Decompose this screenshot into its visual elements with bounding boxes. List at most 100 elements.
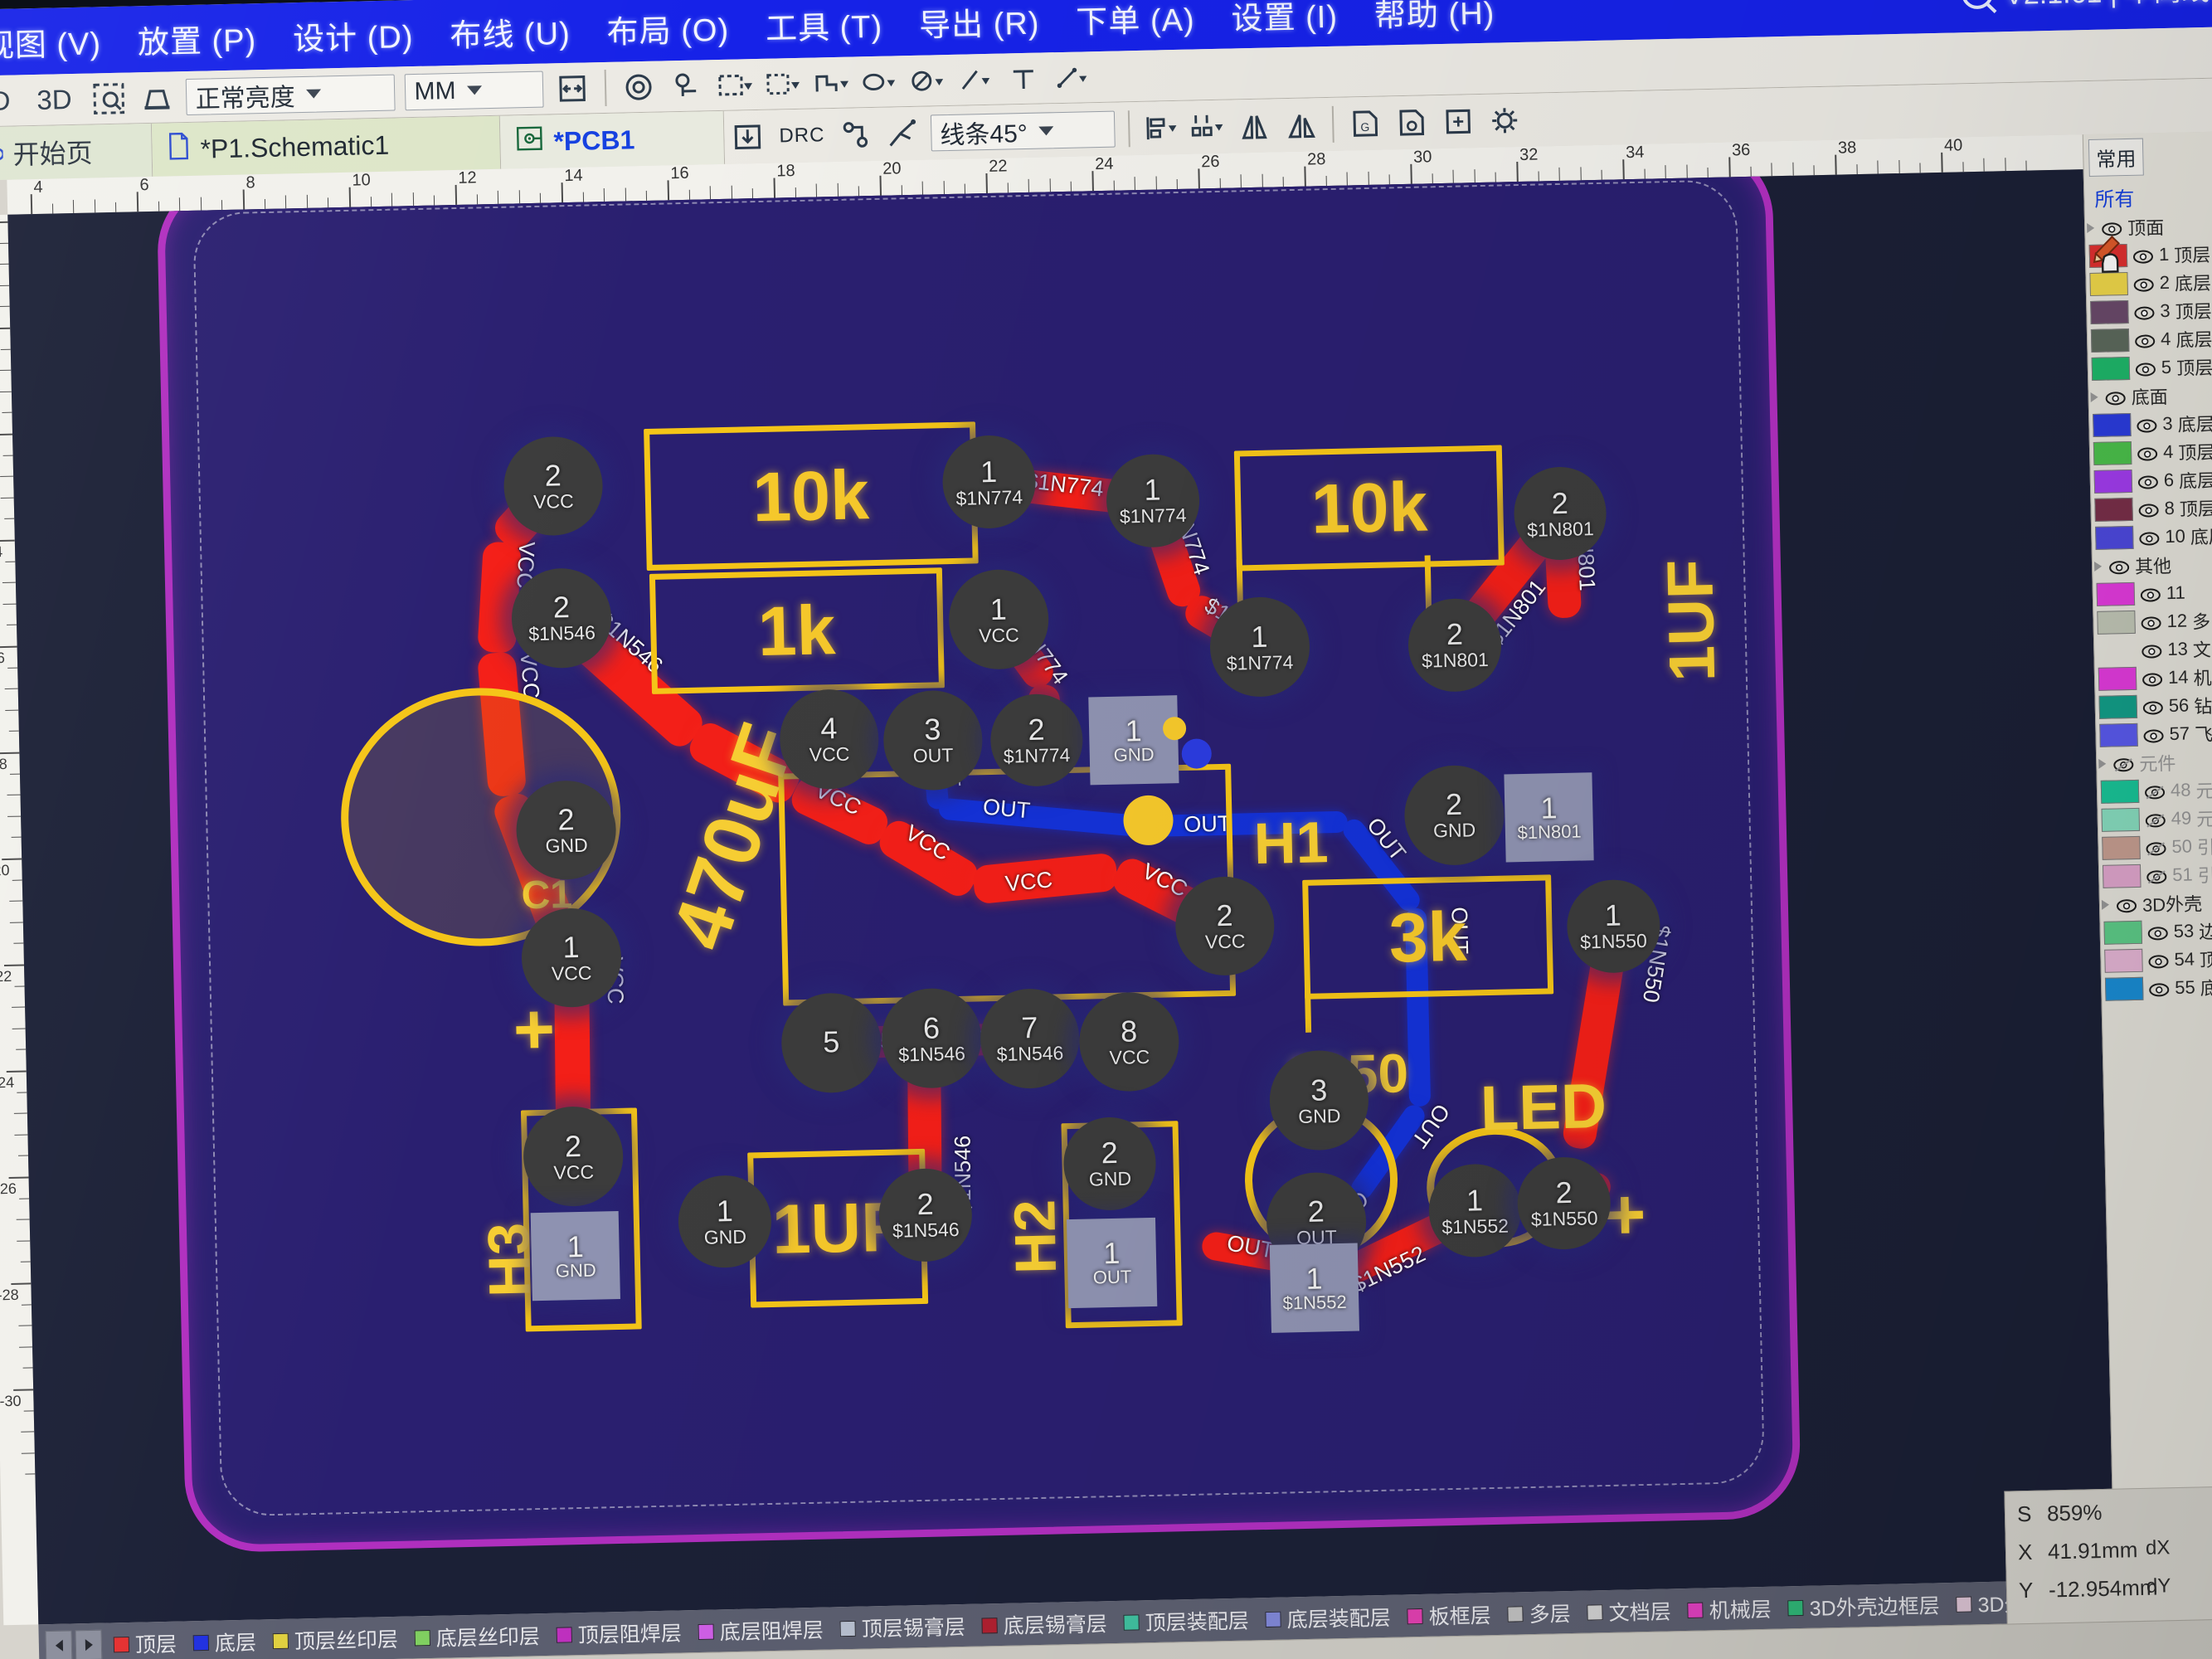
zoom-area-icon[interactable] xyxy=(90,80,128,117)
menu-item-route[interactable]: 布线 (U) xyxy=(431,7,589,56)
drc-button[interactable]: DRC xyxy=(771,124,834,148)
layer-row[interactable]: 55 底层 xyxy=(2102,972,2212,1004)
tab-pcb[interactable]: *PCB1 xyxy=(499,110,726,169)
silkscreen-text[interactable]: 1UF xyxy=(1652,558,1730,682)
layer-row[interactable]: 51 引脚 xyxy=(2099,859,2212,891)
pcb-pad[interactable]: 2 $1N546 xyxy=(878,1167,973,1262)
history-icon[interactable] xyxy=(1440,103,1477,140)
menu-item-place[interactable]: 放置 (P) xyxy=(119,13,275,62)
dimension-icon[interactable] xyxy=(1053,59,1091,96)
layer-color-swatch[interactable] xyxy=(2098,639,2137,663)
pcb-pad[interactable]: 1 $1N774 xyxy=(1105,453,1200,548)
search-icon[interactable] xyxy=(1961,0,1994,9)
layer-tab[interactable]: 顶层阻焊层 xyxy=(547,1610,690,1657)
net-icon[interactable] xyxy=(838,116,875,153)
eye-icon[interactable] xyxy=(2147,952,2169,969)
layer-color-swatch[interactable] xyxy=(2094,497,2133,522)
layer-tab[interactable]: 顶层丝印层 xyxy=(264,1617,406,1659)
layer-tab[interactable]: 底层装配层 xyxy=(1257,1595,1399,1642)
view-3d-button[interactable]: 3D xyxy=(23,83,85,116)
pcb-pad[interactable]: 1 $1N774 xyxy=(1208,596,1310,698)
eye-icon[interactable] xyxy=(2138,529,2160,546)
layer-color-swatch[interactable] xyxy=(2102,835,2141,860)
layer-tab[interactable]: 机械层 xyxy=(1679,1587,1780,1632)
eye-icon[interactable] xyxy=(2142,727,2164,743)
eye-icon[interactable] xyxy=(2145,839,2166,856)
menu-item-view[interactable]: 视图 (V) xyxy=(0,17,120,66)
pcb-via[interactable] xyxy=(1162,716,1187,741)
tab-schematic[interactable]: *P1.Schematic1 xyxy=(151,115,502,177)
layer-group[interactable]: 底面 xyxy=(2088,380,2212,411)
layer-color-swatch[interactable] xyxy=(2096,581,2136,606)
eye-icon[interactable] xyxy=(2134,332,2156,348)
pcb-pad[interactable]: 7 $1N546 xyxy=(979,987,1081,1089)
pcb-pad[interactable]: 1 GND xyxy=(1088,695,1179,786)
distribute-icon[interactable] xyxy=(1189,109,1227,146)
layer-color-swatch[interactable] xyxy=(2090,299,2129,324)
next-layer-icon[interactable] xyxy=(75,1629,103,1659)
layer-row[interactable]: 11 xyxy=(2093,577,2212,609)
brightness-select[interactable]: 正常亮度 xyxy=(186,74,396,115)
flip-vertical-icon[interactable] xyxy=(1282,106,1320,144)
layer-color-swatch[interactable] xyxy=(2091,356,2131,381)
layer-color-swatch[interactable] xyxy=(2093,440,2132,465)
eye-icon[interactable] xyxy=(2137,473,2159,489)
eye-icon[interactable] xyxy=(2112,756,2134,772)
eye-icon[interactable] xyxy=(2133,304,2155,320)
layer-tab[interactable]: 顶层装配层 xyxy=(1115,1598,1257,1644)
pcb-pad[interactable]: 5 xyxy=(780,991,882,1094)
copper-area-icon[interactable] xyxy=(765,65,802,102)
layer-row[interactable]: 48 元件 xyxy=(2098,775,2212,806)
layer-color-swatch[interactable] xyxy=(2099,722,2138,747)
layer-stack-icon[interactable] xyxy=(139,79,176,116)
unit-select[interactable]: MM xyxy=(405,71,544,110)
layer-row[interactable]: 49 元件 xyxy=(2098,803,2212,834)
layer-group[interactable]: 元件 xyxy=(2097,747,2212,778)
menu-item-settings[interactable]: 设置 (I) xyxy=(1213,0,1357,38)
layer-color-swatch[interactable] xyxy=(2104,976,2144,1001)
eye-icon[interactable] xyxy=(2146,868,2167,884)
layer-row[interactable]: 13 文 xyxy=(2094,634,2212,665)
layer-tab[interactable]: 底层丝印层 xyxy=(406,1613,548,1659)
circle-icon[interactable] xyxy=(861,63,898,100)
pcb-pad[interactable]: 2 $1N550 xyxy=(1516,1155,1612,1251)
layer-color-swatch[interactable] xyxy=(2104,948,2143,973)
pad-icon[interactable] xyxy=(668,67,706,105)
layer-group[interactable]: 3D外壳 xyxy=(2100,888,2212,919)
h1-footprint[interactable] xyxy=(778,763,1236,1006)
text-icon[interactable] xyxy=(1005,60,1043,97)
pcb-pad[interactable]: 1 $1N552 xyxy=(1269,1243,1360,1334)
pcb-pad[interactable]: 1 $1N801 xyxy=(1504,772,1595,863)
tab-start-page[interactable]: 开始页 xyxy=(0,123,153,181)
silkscreen-text[interactable]: LED xyxy=(1480,1070,1607,1145)
component-footprint[interactable]: 1k xyxy=(649,567,945,694)
prev-layer-icon[interactable] xyxy=(45,1630,73,1659)
pcb-pad[interactable]: 1 GND xyxy=(530,1210,621,1301)
line-icon[interactable] xyxy=(957,61,994,98)
layer-tab[interactable]: 底层阻焊层 xyxy=(689,1607,832,1653)
line-mode-select[interactable]: 线条45° xyxy=(930,110,1116,152)
eye-icon[interactable] xyxy=(2147,924,2169,941)
layer-tab[interactable]: 顶层 xyxy=(105,1621,185,1659)
layer-row[interactable]: 8 顶层装配层 xyxy=(2091,493,2212,524)
menu-item-order[interactable]: 下单 (A) xyxy=(1057,0,1213,42)
via-icon[interactable] xyxy=(620,68,658,105)
pcb-pad[interactable]: 1 OUT xyxy=(1067,1217,1158,1308)
layer-color-swatch[interactable] xyxy=(2103,920,2143,945)
preview-icon[interactable] xyxy=(1393,104,1431,141)
layer-color-swatch[interactable] xyxy=(2093,412,2132,437)
flip-horizontal-icon[interactable] xyxy=(1236,107,1273,144)
eye-icon[interactable] xyxy=(2116,897,2137,913)
layer-row[interactable]: 4 底层丝印层 xyxy=(2088,324,2212,355)
menu-item-design[interactable]: 设计 (D) xyxy=(274,10,431,59)
layer-row[interactable]: 53 边框层 xyxy=(2100,916,2212,947)
menu-item-layout[interactable]: 布局 (O) xyxy=(588,3,748,52)
eye-icon[interactable] xyxy=(2148,980,2170,997)
layer-color-swatch[interactable] xyxy=(2101,807,2141,832)
eye-icon[interactable] xyxy=(2137,501,2159,518)
layer-row[interactable]: 12 多 xyxy=(2093,606,2212,637)
layer-tab[interactable]: 底层锡膏层 xyxy=(973,1601,1116,1647)
pcb-pad[interactable]: 1 $1N774 xyxy=(941,434,1037,530)
layer-tab[interactable]: 底层 xyxy=(184,1619,265,1659)
eye-icon[interactable] xyxy=(2108,558,2130,575)
